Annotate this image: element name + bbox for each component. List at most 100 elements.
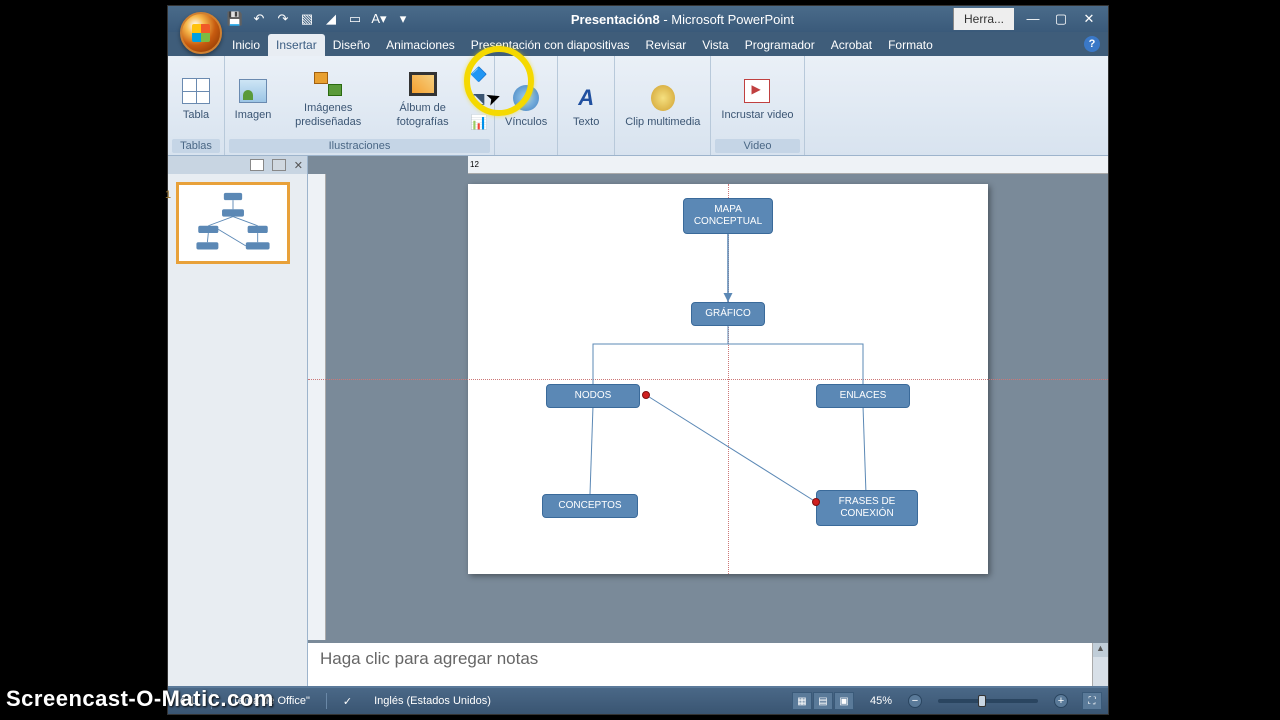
shapes-icon: 🔷 <box>470 66 488 84</box>
diagram-box-enlaces[interactable]: ENLACES <box>816 384 910 408</box>
qat-icon-3[interactable]: ▭ <box>346 10 364 28</box>
fit-to-window-button[interactable]: ⛶ <box>1082 692 1102 710</box>
notes-pane[interactable]: Haga clic para agregar notas ▲ <box>308 640 1108 686</box>
save-icon[interactable]: 💾 <box>226 10 244 28</box>
editor-area: 12 MAPA CONCEPTUAL GRÁFICO NODOS <box>308 156 1108 686</box>
notes-scrollbar[interactable]: ▲ <box>1092 643 1108 686</box>
connector-endpoint-2[interactable] <box>812 498 820 506</box>
normal-view-button[interactable]: ▦ <box>792 692 812 710</box>
font-size-icon[interactable]: A▾ <box>370 10 388 28</box>
quick-access-toolbar: 💾 ↶ ↷ ▧ ◢ ▭ A▾ ▾ <box>226 10 412 28</box>
qat-icon-2[interactable]: ◢ <box>322 10 340 28</box>
text-icon: A <box>570 82 602 114</box>
chart-icon: 📊 <box>470 114 488 132</box>
group-label-ilustraciones: Ilustraciones <box>229 139 490 153</box>
slideshow-view-button[interactable]: ▣ <box>834 692 854 710</box>
tab-animaciones[interactable]: Animaciones <box>378 34 463 56</box>
horizontal-guide <box>308 379 1108 380</box>
vertical-ruler[interactable] <box>308 174 326 686</box>
status-language[interactable]: Inglés (Estados Unidos) <box>368 695 497 707</box>
connector-endpoint-1[interactable] <box>642 391 650 399</box>
work-area: ✕ 1 <box>168 156 1108 686</box>
incrustar-video-button[interactable]: Incrustar video <box>715 71 799 126</box>
tab-acrobat[interactable]: Acrobat <box>823 34 880 56</box>
tab-presentacion[interactable]: Presentación con diapositivas <box>463 34 638 56</box>
shapes-button[interactable]: 🔷 <box>468 64 490 86</box>
maximize-button[interactable]: ▢ <box>1052 11 1070 27</box>
thumbnail-list: 1 <box>168 174 307 272</box>
image-icon <box>237 75 269 107</box>
clip-multimedia-button[interactable]: Clip multimedia <box>619 78 706 133</box>
diagram-box-nodos[interactable]: NODOS <box>546 384 640 408</box>
tab-revisar[interactable]: Revisar <box>638 34 695 56</box>
diagram-box-frases[interactable]: FRASES DE CONEXIÓN <box>816 490 918 526</box>
chart-button[interactable]: 📊 <box>468 112 490 134</box>
notes-placeholder: Haga clic para agregar notas <box>320 649 538 668</box>
app-window: 💾 ↶ ↷ ▧ ◢ ▭ A▾ ▾ Presentación8 - Microso… <box>167 5 1109 715</box>
zoom-slider[interactable] <box>938 699 1038 703</box>
album-icon <box>407 68 439 100</box>
vinculos-button[interactable]: Vínculos <box>499 78 553 133</box>
tabla-button[interactable]: Tabla <box>172 71 220 126</box>
zoom-slider-knob[interactable] <box>978 695 986 707</box>
slide-canvas[interactable]: MAPA CONCEPTUAL GRÁFICO NODOS ENLACES CO… <box>468 184 988 574</box>
office-button[interactable] <box>180 12 222 54</box>
qat-icon-1[interactable]: ▧ <box>298 10 316 28</box>
contextual-tab-label[interactable]: Herra... <box>953 8 1014 30</box>
redo-icon[interactable]: ↷ <box>274 10 292 28</box>
tab-vista[interactable]: Vista <box>694 34 736 56</box>
outline-tab-icon[interactable] <box>272 159 286 171</box>
tab-inicio[interactable]: Inicio <box>224 34 268 56</box>
ribbon-tabs: Inicio Insertar Diseño Animaciones Prese… <box>168 32 1108 56</box>
diagram-box-mapa-conceptual[interactable]: MAPA CONCEPTUAL <box>683 198 773 234</box>
hyperlink-icon <box>510 82 542 114</box>
texto-button[interactable]: A Texto <box>562 78 610 133</box>
group-ilustraciones: Imagen Imágenes prediseñadas Álbum de fo… <box>225 56 495 155</box>
group-label-tablas: Tablas <box>172 139 220 153</box>
help-icon[interactable]: ? <box>1084 36 1100 52</box>
ribbon: Tabla Tablas Imagen Imágenes prediseñada… <box>168 56 1108 156</box>
zoom-in-button[interactable]: + <box>1054 694 1068 708</box>
thumbnail-preview-icon <box>185 191 281 255</box>
tab-insertar[interactable]: Insertar <box>268 34 325 56</box>
slide-panel-header: ✕ <box>168 156 307 174</box>
tab-diseno[interactable]: Diseño <box>325 34 378 56</box>
slides-tab-icon[interactable] <box>250 159 264 171</box>
window-controls: — ▢ ✕ <box>1014 11 1108 27</box>
document-name: Presentación8 <box>571 12 660 27</box>
watermark-text: Screencast-O-Matic.com <box>6 686 274 712</box>
imagen-button[interactable]: Imagen <box>229 71 277 126</box>
group-tablas: Tabla Tablas <box>168 56 225 155</box>
album-fotografias-button[interactable]: Álbum de fotografías <box>379 64 466 132</box>
tab-programador[interactable]: Programador <box>737 34 823 56</box>
thumb-number: 1 <box>165 189 171 201</box>
close-button[interactable]: ✕ <box>1080 11 1098 27</box>
diagram-box-grafico[interactable]: GRÁFICO <box>691 302 765 326</box>
window-title: Presentación8 - Microsoft PowerPoint <box>412 12 953 27</box>
status-bar: e 1 "Tema de Office" ✓ Inglés (Estados U… <box>168 688 1108 714</box>
group-label-video: Video <box>715 139 799 153</box>
horizontal-ruler[interactable]: 12 <box>468 156 1108 174</box>
group-texto: A Texto <box>558 56 615 155</box>
undo-icon[interactable]: ↶ <box>250 10 268 28</box>
zoom-out-button[interactable]: − <box>908 694 922 708</box>
view-buttons: ▦ ▤ ▣ <box>792 692 854 710</box>
diagram-box-conceptos[interactable]: CONCEPTOS <box>542 494 638 518</box>
imagenes-predisenadas-button[interactable]: Imágenes prediseñadas <box>279 64 377 132</box>
slide-thumbnail-1[interactable]: 1 <box>176 182 290 264</box>
sorter-view-button[interactable]: ▤ <box>813 692 833 710</box>
clip-icon <box>647 82 679 114</box>
slide-panel: ✕ 1 <box>168 156 308 686</box>
status-spellcheck-icon[interactable]: ✓ <box>337 695 358 708</box>
tab-formato[interactable]: Formato <box>880 34 941 56</box>
group-video: Incrustar video Video <box>711 56 804 155</box>
scroll-up-icon[interactable]: ▲ <box>1093 643 1108 657</box>
qat-more-icon[interactable]: ▾ <box>394 10 412 28</box>
title-bar: 💾 ↶ ↷ ▧ ◢ ▭ A▾ ▾ Presentación8 - Microso… <box>168 6 1108 32</box>
zoom-percent[interactable]: 45% <box>864 695 898 707</box>
minimize-button[interactable]: — <box>1024 11 1042 27</box>
table-icon <box>180 75 212 107</box>
video-icon <box>741 75 773 107</box>
group-multimedia: Clip multimedia <box>615 56 711 155</box>
panel-close-icon[interactable]: ✕ <box>294 159 303 172</box>
